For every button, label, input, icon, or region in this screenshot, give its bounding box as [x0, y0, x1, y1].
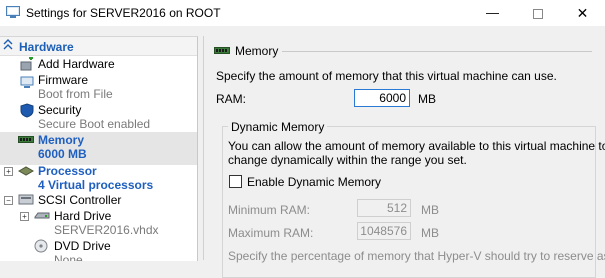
hard-drive-icon: [34, 212, 50, 219]
maximize-icon: [532, 8, 543, 19]
collapse-hardware-icon[interactable]: [3, 39, 13, 54]
dynamic-memory-description-1: You can allow the amount of memory avail…: [228, 139, 605, 153]
section-title: Memory: [235, 44, 279, 58]
section-divider: [282, 51, 592, 52]
minimum-ram-input[interactable]: 512: [357, 199, 411, 217]
tree-item-security-detail: Secure Boot enabled: [38, 117, 151, 131]
memory-settings-pane: Memory Specify the amount of memory that…: [203, 36, 605, 278]
memory-description: Specify the amount of memory that this v…: [216, 69, 557, 83]
tree-item-processor-detail: 4 Virtual processors: [38, 178, 154, 192]
tree-item-memory[interactable]: Memory: [38, 133, 84, 147]
memory-section-icon: [214, 47, 230, 54]
expand-processor-icon[interactable]: +: [4, 167, 13, 176]
hardware-header[interactable]: Hardware: [19, 40, 74, 54]
maximum-ram-input[interactable]: 1048576: [357, 222, 411, 240]
ram-input[interactable]: 6000: [354, 89, 410, 107]
settings-app-icon: [6, 6, 20, 18]
enable-dynamic-memory-label[interactable]: Enable Dynamic Memory: [247, 175, 381, 189]
minimum-ram-label: Minimum RAM:: [228, 203, 311, 217]
memory-icon: [18, 136, 34, 143]
scsi-controller-icon: [18, 194, 34, 205]
enable-dynamic-memory-checkbox[interactable]: [229, 175, 242, 188]
tree-item-firmware[interactable]: Firmware: [38, 73, 88, 87]
tree-item-hard-drive-detail: SERVER2016.vhdx: [54, 223, 159, 237]
close-button[interactable]: ✕: [560, 0, 605, 26]
maximize-button[interactable]: [515, 0, 560, 26]
hardware-tree: Hardware Add Hardware Firmware Boot from…: [0, 36, 198, 261]
minimize-button[interactable]: —: [470, 0, 515, 26]
dvd-drive-icon: [34, 239, 48, 253]
tree-item-dvd-drive[interactable]: DVD Drive: [54, 239, 111, 253]
dynamic-memory-title: Dynamic Memory: [228, 120, 328, 134]
tree-item-memory-detail: 6000 MB: [38, 147, 87, 161]
dynamic-memory-description-2: change dynamically within the range you …: [228, 153, 467, 167]
shield-icon: [20, 103, 34, 118]
add-hardware-icon: [20, 57, 33, 71]
minimum-ram-unit: MB: [421, 203, 439, 217]
tree-item-processor[interactable]: Processor: [38, 164, 97, 178]
tree-item-security[interactable]: Security: [38, 103, 81, 117]
tree-item-scsi-controller[interactable]: SCSI Controller: [38, 193, 121, 207]
expand-hard-drive-icon[interactable]: +: [20, 212, 29, 221]
tree-item-firmware-detail: Boot from File: [38, 87, 113, 101]
window-title: Settings for SERVER2016 on ROOT: [26, 6, 221, 20]
memory-buffer-description: Specify the percentage of memory that Hy…: [228, 249, 605, 263]
maximum-ram-unit: MB: [421, 226, 439, 240]
firmware-icon: [20, 76, 34, 88]
tree-item-hard-drive[interactable]: Hard Drive: [54, 209, 111, 223]
collapse-scsi-icon[interactable]: −: [4, 196, 13, 205]
maximum-ram-label: Maximum RAM:: [228, 226, 314, 240]
ram-label: RAM:: [216, 92, 246, 106]
tree-item-add-hardware[interactable]: Add Hardware: [38, 57, 115, 71]
processor-icon: [18, 166, 34, 176]
title-bar: Settings for SERVER2016 on ROOT — ✕: [0, 0, 605, 26]
ram-unit: MB: [418, 92, 436, 106]
